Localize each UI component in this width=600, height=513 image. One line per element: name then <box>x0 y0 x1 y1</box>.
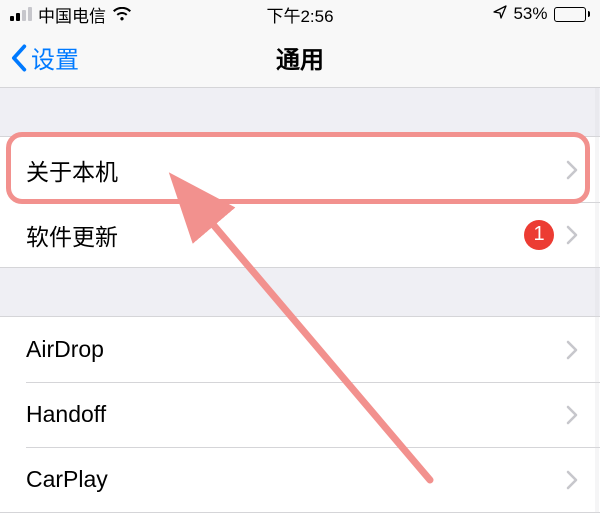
row-label: 关于本机 <box>26 153 566 187</box>
status-bar: 中国电信 下午2:56 53% <box>0 0 600 28</box>
chevron-left-icon <box>10 44 27 72</box>
row-label: CarPlay <box>26 466 566 493</box>
update-badge: 1 <box>524 220 554 250</box>
cell-signal-icon <box>10 7 32 21</box>
chevron-right-icon <box>566 160 578 180</box>
status-left: 中国电信 <box>10 2 132 27</box>
wifi-icon <box>112 7 132 21</box>
carrier-label: 中国电信 <box>38 2 106 27</box>
location-icon <box>493 4 507 24</box>
row-label: 软件更新 <box>26 218 524 252</box>
row-handoff[interactable]: Handoff <box>0 382 600 447</box>
row-label: Handoff <box>26 401 566 428</box>
row-label: AirDrop <box>26 336 566 363</box>
row-airdrop[interactable]: AirDrop <box>0 317 600 382</box>
settings-group-1: 关于本机 软件更新 1 <box>0 136 600 268</box>
chevron-right-icon <box>566 470 578 490</box>
battery-pct: 53% <box>513 4 547 24</box>
battery-icon <box>554 7 591 22</box>
chevron-right-icon <box>566 225 578 245</box>
settings-group-2: AirDrop Handoff CarPlay <box>0 316 600 513</box>
row-about[interactable]: 关于本机 <box>0 137 600 202</box>
chevron-right-icon <box>566 340 578 360</box>
status-right: 53% <box>493 4 590 24</box>
back-label: 设置 <box>31 40 79 75</box>
nav-bar: 设置 通用 <box>0 28 600 88</box>
row-carplay[interactable]: CarPlay <box>0 447 600 512</box>
row-software-update[interactable]: 软件更新 1 <box>0 202 600 267</box>
back-button[interactable]: 设置 <box>0 40 79 75</box>
scrollbar[interactable] <box>595 88 599 513</box>
page-title: 通用 <box>0 40 600 75</box>
chevron-right-icon <box>566 405 578 425</box>
